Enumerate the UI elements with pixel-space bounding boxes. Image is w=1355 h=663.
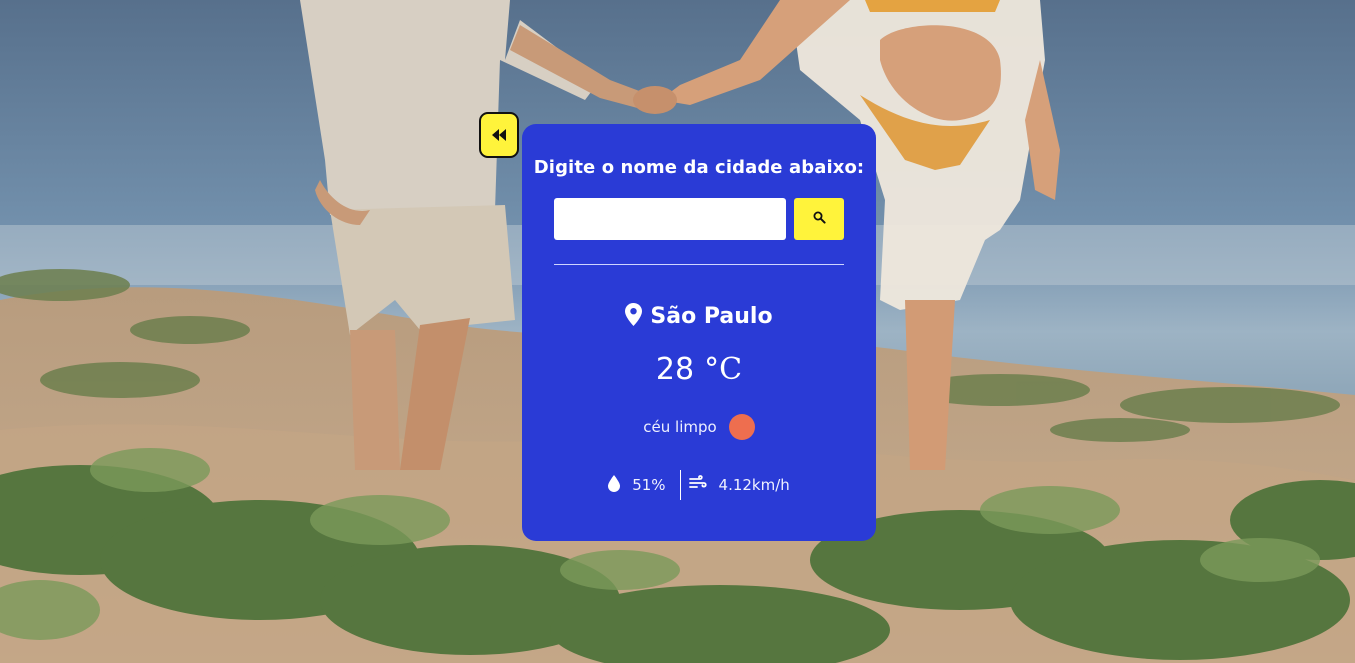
location-row: São Paulo <box>522 301 876 331</box>
droplet-icon <box>608 474 621 496</box>
rewind-icon <box>491 129 507 141</box>
card-title: Digite o nome da cidade abaixo: <box>533 157 865 178</box>
temperature-row: 28 °C <box>522 352 876 387</box>
city-search-input[interactable] <box>554 198 786 240</box>
page: Digite o nome da cidade abaixo: São Paul… <box>0 0 1355 663</box>
wind-detail: 4.12km/h <box>688 475 790 495</box>
map-pin-icon <box>625 302 643 330</box>
humidity-detail: 51% <box>608 474 666 496</box>
divider <box>554 264 844 265</box>
weather-card: Digite o nome da cidade abaixo: São Paul… <box>522 124 876 541</box>
sun-icon <box>728 414 755 440</box>
search-form <box>554 198 844 240</box>
humidity-value: 51% <box>632 476 666 494</box>
city-name: São Paulo <box>650 303 773 329</box>
details-row: 51% 4.12km/h <box>522 470 876 500</box>
search-button[interactable] <box>794 198 844 240</box>
wind-icon <box>688 475 707 495</box>
weather-description: céu limpo <box>643 418 717 436</box>
back-button[interactable] <box>479 112 519 158</box>
search-icon <box>813 211 826 227</box>
temperature-unit: °C <box>704 352 743 387</box>
wind-value: 4.12km/h <box>718 476 790 494</box>
temperature-value: 28 <box>655 352 695 387</box>
detail-separator <box>679 470 681 500</box>
description-row: céu limpo <box>522 414 876 440</box>
